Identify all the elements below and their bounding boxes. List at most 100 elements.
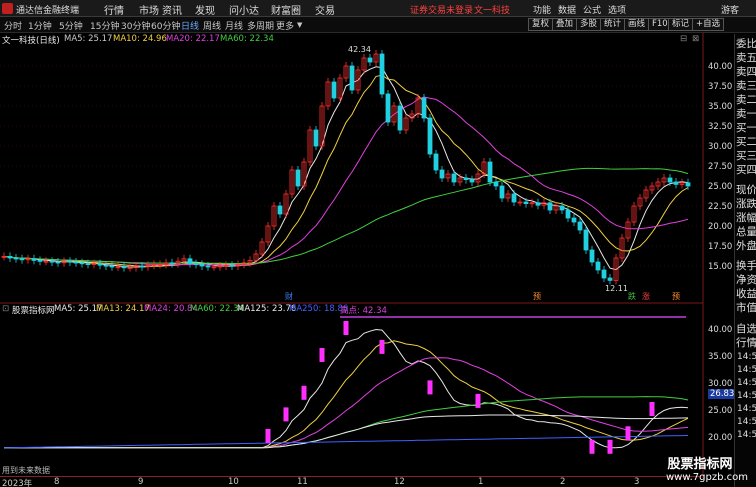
y-tick: 22.50	[708, 202, 733, 212]
tick-time: 14:5	[737, 417, 756, 427]
y-tick: 35.00	[708, 102, 733, 112]
candle-body	[499, 185, 505, 199]
period-5min[interactable]: 5分钟	[59, 19, 83, 32]
tick-time: 14:5	[737, 404, 756, 414]
sidebar-item: 买四	[736, 164, 756, 176]
candle-body	[577, 221, 583, 231]
period-monthly[interactable]: 月线	[225, 19, 243, 32]
menu-function[interactable]: 功能	[533, 3, 551, 16]
sidebar-item: 买一	[736, 122, 756, 134]
sidebar-item: 卖二	[736, 94, 756, 106]
tick-time: 14:5	[737, 430, 756, 440]
y-tick: 17.50	[708, 242, 733, 252]
menu-quotes[interactable]: 行情	[104, 2, 124, 17]
candle-body	[55, 261, 61, 264]
ind-signal-bar	[649, 402, 655, 416]
ind-y-tick: 40.00	[708, 325, 733, 335]
period-tick[interactable]: 分时	[4, 19, 22, 32]
x-label: 12	[394, 477, 405, 487]
candle-body	[493, 181, 499, 187]
marker-forecast-1[interactable]: 预	[533, 291, 541, 301]
marker-forecast-2[interactable]: 预	[672, 291, 680, 301]
candle-body	[13, 257, 19, 260]
candle-body	[523, 201, 529, 204]
sidebar-item: 总量	[736, 226, 756, 238]
sidebar-tab-quotes[interactable]: 行情	[736, 337, 756, 350]
candle-body	[121, 266, 127, 269]
menu-trade[interactable]: 交易	[315, 2, 335, 17]
candle-body	[97, 263, 103, 266]
x-label: 11	[297, 477, 308, 487]
candle-body	[439, 169, 445, 179]
menu-wealth[interactable]: 财富圈	[271, 2, 301, 17]
menu-news[interactable]: 资讯	[162, 2, 182, 17]
statistics-button[interactable]: 统计	[600, 18, 626, 31]
draw-line-button[interactable]: 画线	[624, 18, 650, 31]
adjust-button[interactable]: 复权	[528, 18, 554, 31]
x-axis: 2023年 8 9 10 11 12 1 2 3	[0, 476, 700, 487]
marker-up[interactable]: 涨	[642, 291, 650, 301]
candle-body	[295, 169, 301, 187]
guest-label[interactable]: 游客	[721, 3, 739, 16]
add-watchlist-button[interactable]: +自选	[692, 18, 725, 31]
candle-body	[79, 262, 85, 265]
candle-body	[589, 249, 595, 263]
marker-down[interactable]: 跌	[628, 291, 636, 301]
menu-options[interactable]: 选项	[608, 3, 626, 16]
candle-body	[67, 260, 73, 263]
menu-ask[interactable]: 问小达	[229, 2, 259, 17]
period-60min[interactable]: 60分钟	[151, 19, 180, 32]
candle-body	[109, 265, 115, 268]
candle-body	[37, 259, 43, 262]
more-arrow-icon[interactable]: ▼	[297, 21, 302, 29]
ind-signal-bar	[379, 339, 385, 354]
candle-body	[331, 81, 337, 99]
sidebar-item: 卖一	[736, 108, 756, 120]
menu-formula[interactable]: 公式	[583, 3, 601, 16]
candle-body	[421, 97, 427, 119]
ind-ma5-line	[4, 328, 689, 449]
period-daily[interactable]: 日线	[181, 19, 199, 32]
multi-stock-button[interactable]: 多股	[576, 18, 602, 31]
watermark-url: www.7gpzb.com	[666, 472, 748, 483]
y-tick: 37.50	[708, 82, 733, 92]
sidebar-item: 外盘	[736, 240, 756, 252]
ind-signal-bar	[301, 385, 307, 400]
mark-button[interactable]: 标记	[668, 18, 694, 31]
candle-body	[571, 217, 577, 223]
period-30min[interactable]: 30分钟	[121, 19, 150, 32]
ind-signal-bar	[283, 407, 289, 422]
candle-body	[199, 263, 205, 267]
marker-financial[interactable]: 财	[285, 291, 293, 301]
candle-body	[595, 261, 601, 271]
candle-body	[559, 205, 565, 211]
candle-body	[463, 177, 469, 180]
candle-body	[397, 105, 403, 131]
app-name: 通达信金融终端	[16, 6, 80, 16]
period-more[interactable]: 更多	[276, 19, 294, 32]
period-15min[interactable]: 15分钟	[90, 19, 119, 32]
login-warning[interactable]: 证券交易未登录	[410, 3, 473, 16]
menu-market[interactable]: 市场	[139, 2, 159, 17]
future-data-note: 用到未来数据	[2, 465, 50, 475]
watermark-title: 股票指标网	[667, 457, 733, 472]
ind-y-tick: 30.00	[708, 379, 733, 389]
price-chart[interactable]: 42.34 12.11 财 预 跌 涨 预 用到未来数据	[0, 33, 734, 478]
candle-body	[601, 269, 607, 279]
candle-body	[565, 209, 571, 219]
period-1min[interactable]: 1分钟	[28, 19, 52, 32]
sidebar-tab-watchlist[interactable]: 自选	[736, 323, 756, 336]
period-multi[interactable]: 多周期	[247, 19, 274, 32]
sidebar-item: 净资	[736, 274, 756, 286]
overlay-button[interactable]: 叠加	[552, 18, 578, 31]
candle-body	[73, 261, 79, 264]
menu-discover[interactable]: 发现	[195, 2, 215, 17]
candle-body	[535, 202, 541, 206]
candle-body	[433, 153, 439, 171]
period-weekly[interactable]: 周线	[203, 19, 221, 32]
y-tick: 30.00	[708, 142, 733, 152]
sidebar-item: 卖四	[736, 66, 756, 78]
menu-data[interactable]: 数据	[558, 3, 576, 16]
y-tick: 32.50	[708, 122, 733, 132]
ind-ma250-line	[3, 435, 689, 449]
